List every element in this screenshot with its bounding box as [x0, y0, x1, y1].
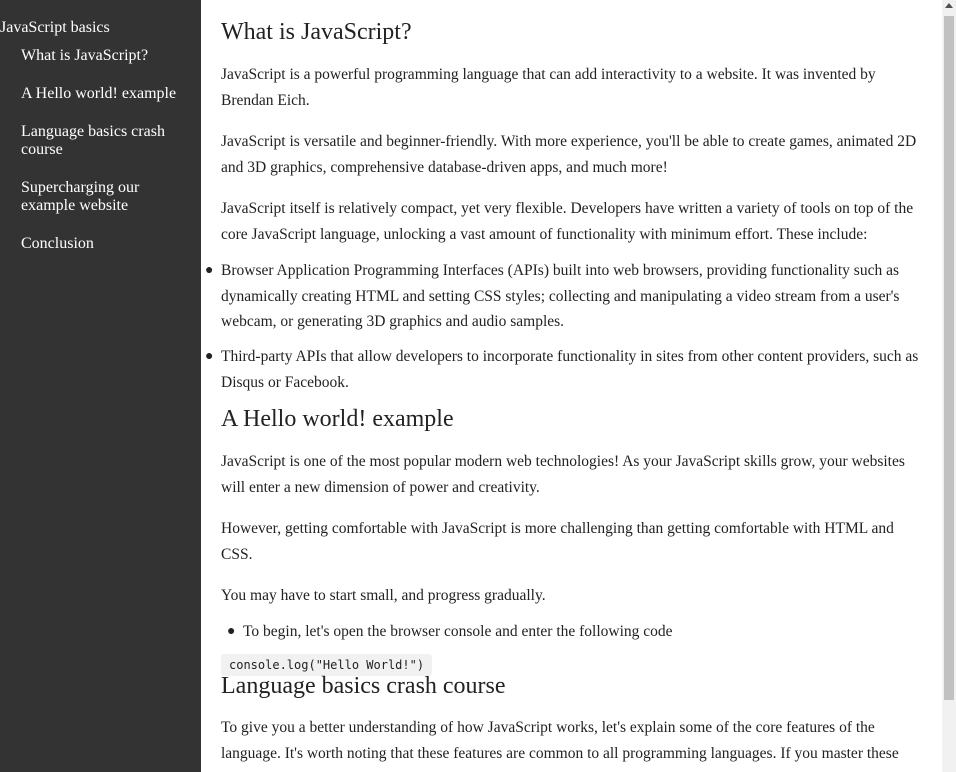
vertical-scrollbar[interactable]: [942, 0, 956, 772]
scrollbar-thumb[interactable]: [944, 16, 954, 700]
sidebar: JavaScript basics What is JavaScript? A …: [0, 0, 201, 772]
list-item: ● To begin, let's open the browser conso…: [227, 619, 926, 645]
sidebar-item-conclusion[interactable]: Conclusion: [21, 235, 191, 253]
heading-hello-world-example: A Hello world! example: [221, 406, 454, 432]
paragraph: You may have to start small, and progres…: [221, 587, 546, 604]
list-item: ● Browser Application Programming Interf…: [205, 258, 926, 335]
paragraph: JavaScript is versatile and beginner-fri…: [221, 133, 917, 176]
list-item-text: To begin, let's open the browser console…: [243, 623, 673, 640]
bullet-icon: ●: [205, 263, 214, 278]
sidebar-item-hello-world-example[interactable]: A Hello world! example: [21, 85, 191, 103]
sidebar-item-what-is-javascript[interactable]: What is JavaScript?: [21, 47, 191, 65]
sidebar-item-supercharging-website[interactable]: Supercharging our example website: [21, 179, 191, 215]
list-item-text: Third-party APIs that allow developers t…: [221, 348, 919, 391]
heading-what-is-javascript: What is JavaScript?: [221, 19, 412, 45]
app-window: JavaScript basics What is JavaScript? A …: [0, 0, 956, 772]
paragraph: To give you a better understanding of ho…: [221, 719, 899, 762]
sidebar-title: JavaScript basics: [0, 19, 110, 36]
list-item: ● Third-party APIs that allow developers…: [205, 344, 926, 395]
sidebar-item-language-basics[interactable]: Language basics crash course: [21, 123, 191, 159]
paragraph: However, getting comfortable with JavaSc…: [221, 520, 894, 563]
main-content: What is JavaScript? JavaScript is a powe…: [201, 0, 942, 772]
list-item-text: Browser Application Programming Interfac…: [221, 262, 900, 331]
bullet-icon: ●: [205, 349, 214, 364]
scroll-up-arrow-icon[interactable]: [945, 3, 953, 8]
paragraph: JavaScript itself is relatively compact,…: [221, 200, 914, 243]
heading-language-basics-crash-course: Language basics crash course: [221, 673, 506, 699]
bullet-icon: ●: [227, 624, 236, 639]
paragraph: JavaScript is a powerful programming lan…: [221, 66, 876, 109]
paragraph: JavaScript is one of the most popular mo…: [221, 453, 905, 496]
